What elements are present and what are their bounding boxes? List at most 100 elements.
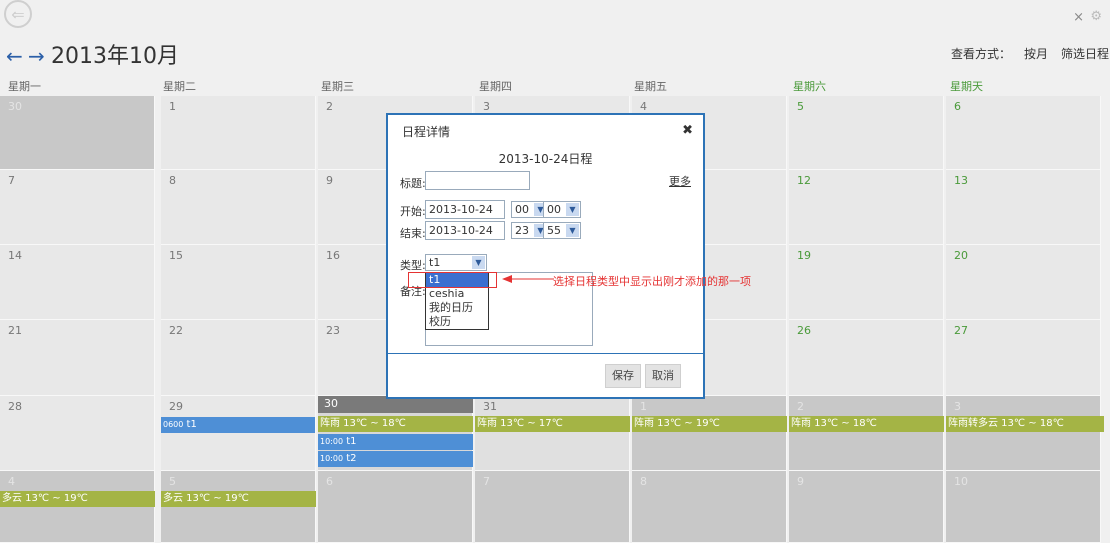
close-icon[interactable]: × (1073, 10, 1084, 25)
day-number: 16 (326, 249, 340, 262)
event-time: 0600 (163, 420, 184, 429)
weather-bar: 阵雨转多云 13℃ ~ 18℃ (946, 416, 1104, 432)
day-number: 30 (324, 397, 338, 410)
calendar-cell[interactable]: 12 (789, 170, 944, 245)
calendar-cell[interactable]: 26 (789, 320, 944, 396)
start-minute-select[interactable]: 00 ▼ (543, 201, 581, 218)
day-number: 26 (797, 324, 811, 337)
day-number: 6 (954, 100, 961, 113)
type-option[interactable]: 校历 (426, 315, 488, 329)
event-item[interactable]: 10:00 t1 (318, 434, 473, 450)
chevron-down-icon: ▼ (566, 224, 579, 237)
event-title: t1 (186, 419, 197, 430)
calendar-cell-today[interactable]: 30 阵雨 13℃ ~ 18℃ 10:00 t1 10:00 t2 (318, 396, 473, 471)
calendar-cell[interactable]: 3 阵雨转多云 13℃ ~ 18℃ (946, 396, 1104, 471)
weekday-label: 星期天 (950, 80, 983, 93)
weekday-label: 星期二 (163, 80, 196, 93)
calendar-cell[interactable]: 19 (789, 245, 944, 320)
view-by-month-link[interactable]: 按月 (1024, 45, 1048, 62)
calendar-cell[interactable]: 6 (318, 471, 473, 543)
calendar-cell[interactable]: 1 阵雨 13℃ ~ 19℃ (632, 396, 787, 471)
day-number: 4 (8, 475, 15, 488)
start-date-input[interactable]: 2013-10-24 (425, 200, 505, 219)
weekday-label: 星期一 (8, 80, 41, 93)
type-option[interactable]: ceshia (426, 287, 488, 301)
cancel-button[interactable]: 取消 (645, 364, 681, 388)
calendar-cell[interactable]: 5 (789, 96, 944, 170)
calendar-cell[interactable]: 10 (946, 471, 1101, 543)
weekday-label: 星期五 (634, 80, 667, 93)
calendar-cell[interactable]: 8 (632, 471, 787, 543)
filter-schedule-link[interactable]: 筛选日程 (1061, 45, 1109, 62)
end-minute-value: 55 (547, 224, 561, 237)
end-label: 结束: (400, 227, 426, 240)
day-number: 2 (797, 400, 804, 413)
calendar-cell[interactable]: 13 (946, 170, 1101, 245)
event-item[interactable]: 0600 t1 (161, 417, 315, 433)
next-month-icon[interactable]: → (28, 44, 45, 68)
dialog-divider (388, 353, 703, 354)
day-number: 2 (326, 100, 333, 113)
calendar-cell[interactable]: 5 多云 13℃ ~ 19℃ (161, 471, 316, 543)
event-title: t1 (346, 436, 357, 447)
day-number: 1 (640, 400, 647, 413)
prev-month-icon[interactable]: ← (6, 44, 23, 68)
weekday-header-row: 星期一 星期二 星期三 星期四 星期五 星期六 星期天 (0, 78, 1110, 96)
calendar-cell[interactable]: 21 (0, 320, 155, 396)
day-number: 28 (8, 400, 22, 413)
calendar-cell[interactable]: 7 (0, 170, 155, 245)
dialog-title: 日程详情 (402, 125, 451, 139)
day-number: 3 (954, 400, 961, 413)
calendar-cell[interactable]: 27 (946, 320, 1101, 396)
calendar-cell[interactable]: 31 阵雨 13℃ ~ 17℃ (475, 396, 630, 471)
weekday-label: 星期四 (479, 80, 512, 93)
day-number: 4 (640, 100, 647, 113)
event-item[interactable]: 10:00 t2 (318, 451, 473, 467)
day-number: 13 (954, 174, 968, 187)
dialog-close-icon[interactable]: ✖ (682, 123, 693, 138)
view-mode-label: 查看方式： (951, 47, 1012, 61)
calendar-cell[interactable]: 20 (946, 245, 1101, 320)
weather-bar: 多云 13℃ ~ 19℃ (0, 491, 155, 507)
calendar-cell[interactable]: 4 多云 13℃ ~ 19℃ (0, 471, 155, 543)
weather-bar: 多云 13℃ ~ 19℃ (161, 491, 316, 507)
day-number: 27 (954, 324, 968, 337)
calendar-cell[interactable]: 28 (0, 396, 155, 471)
calendar-cell[interactable]: 8 (161, 170, 316, 245)
day-number: 30 (8, 100, 22, 113)
end-minute-select[interactable]: 55 ▼ (543, 222, 581, 239)
title-input[interactable] (425, 171, 530, 190)
calendar-cell[interactable]: 22 (161, 320, 316, 396)
type-option[interactable]: 我的日历 (426, 301, 488, 315)
schedule-detail-dialog: 日程详情 ✖ 2013-10-24日程 标题: 更多 开始: 2013-10-2… (386, 113, 705, 399)
day-number: 9 (797, 475, 804, 488)
day-number: 3 (483, 100, 490, 113)
calendar-cell[interactable]: 29 0600 t1 (161, 396, 316, 471)
calendar-cell[interactable]: 2 阵雨 13℃ ~ 18℃ (789, 396, 944, 471)
calendar-cell[interactable]: 9 (789, 471, 944, 543)
day-number: 8 (169, 174, 176, 187)
start-minute-value: 00 (547, 203, 561, 216)
day-number: 29 (169, 400, 183, 413)
back-circle-icon[interactable]: ⇐ (4, 0, 32, 28)
day-number: 15 (169, 249, 183, 262)
more-link[interactable]: 更多 (669, 173, 691, 189)
calendar-cell[interactable]: 1 (161, 96, 316, 170)
annotation-highlight-box (408, 272, 497, 288)
calendar-cell[interactable]: 15 (161, 245, 316, 320)
gear-icon[interactable]: ⚙ (1090, 9, 1102, 24)
calendar-cell[interactable]: 7 (475, 471, 630, 543)
type-select[interactable]: t1 ▼ (425, 254, 487, 271)
day-number: 19 (797, 249, 811, 262)
calendar-cell[interactable]: 6 (946, 96, 1101, 170)
weekday-label: 星期三 (321, 80, 354, 93)
save-button[interactable]: 保存 (605, 364, 641, 388)
type-label: 类型: (400, 259, 426, 272)
calendar-cell[interactable]: 14 (0, 245, 155, 320)
calendar-cell[interactable]: 30 (0, 96, 155, 170)
type-value: t1 (429, 256, 441, 269)
start-hour-value: 00 (515, 203, 529, 216)
end-date-input[interactable]: 2013-10-24 (425, 221, 505, 240)
day-number: 22 (169, 324, 183, 337)
day-number: 1 (169, 100, 176, 113)
